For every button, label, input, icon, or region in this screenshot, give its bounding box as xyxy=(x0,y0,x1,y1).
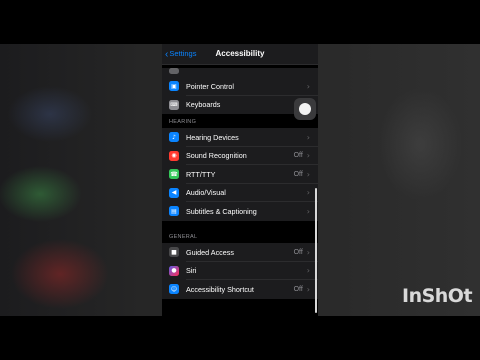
list-item-rtt-tty[interactable]: ☎ RTT/TTY Off › xyxy=(162,165,318,184)
scrollbar[interactable] xyxy=(315,188,317,313)
chevron-right-icon: › xyxy=(306,151,310,161)
speaker-icon: ◀ xyxy=(169,187,179,198)
list-item-label: Hearing Devices xyxy=(186,132,239,142)
section-header-general: GENERAL xyxy=(169,234,198,240)
chevron-right-icon: › xyxy=(306,266,310,276)
list-item-subtitles-captioning[interactable]: ▤ Subtitles & Captioning › xyxy=(162,202,318,221)
rtt-icon: ☎ xyxy=(169,169,179,180)
list-item-label: Pointer Control xyxy=(186,81,234,91)
page-title: Accessibility xyxy=(215,49,265,58)
partial-icon xyxy=(169,68,179,74)
watermark: InShOt xyxy=(402,285,473,307)
settings-group-general: ■ Guided Access Off › ● Siri › ☺ Accessi… xyxy=(162,243,318,299)
list-item-sound-recognition[interactable]: ◉ Sound Recognition Off › xyxy=(162,147,318,165)
captions-icon: ▤ xyxy=(169,206,179,217)
navigation-bar: ‹Settings Accessibility xyxy=(162,44,318,65)
lock-icon: ■ xyxy=(169,247,179,258)
list-item-accessibility-shortcut[interactable]: ☺ Accessibility Shortcut Off › xyxy=(162,280,318,299)
chevron-right-icon: › xyxy=(306,81,310,91)
chevron-right-icon: › xyxy=(306,284,310,294)
list-item-label: RTT/TTY xyxy=(186,169,216,179)
list-item-guided-access[interactable]: ■ Guided Access Off › xyxy=(162,243,318,262)
list-item-audio-visual[interactable]: ◀ Audio/Visual › xyxy=(162,184,318,202)
list-item-label: Audio/Visual xyxy=(186,188,226,198)
list-item-label: Siri xyxy=(186,266,197,276)
list-item-value: Off xyxy=(293,285,303,293)
ear-icon: ♪ xyxy=(169,132,179,143)
list-item-partial xyxy=(162,68,318,77)
list-item-pointer-control[interactable]: ▣ Pointer Control › xyxy=(162,77,318,96)
chevron-right-icon: › xyxy=(306,169,310,179)
chevron-right-icon: › xyxy=(306,132,310,142)
list-item-label: Subtitles & Captioning xyxy=(186,206,257,216)
pointer-icon: ▣ xyxy=(169,81,179,92)
keyboard-icon: ⌨ xyxy=(169,99,179,110)
list-item-value: Off xyxy=(293,170,303,178)
list-item-label: Keyboards xyxy=(186,100,221,110)
assistive-touch-button[interactable] xyxy=(294,98,316,120)
chevron-right-icon: › xyxy=(306,206,310,216)
list-item-value: Off xyxy=(293,248,303,256)
chevron-right-icon: › xyxy=(306,247,310,257)
list-item-label: Sound Recognition xyxy=(186,151,247,161)
phone-screen: ‹Settings Accessibility ▣ Pointer Contro… xyxy=(162,44,318,316)
waveform-icon: ◉ xyxy=(169,150,179,161)
siri-icon: ● xyxy=(169,265,179,276)
list-item-label: Accessibility Shortcut xyxy=(186,284,254,294)
settings-group-hearing: ♪ Hearing Devices › ◉ Sound Recognition … xyxy=(162,128,318,221)
list-item-value: Off xyxy=(293,152,303,160)
list-item-hearing-devices[interactable]: ♪ Hearing Devices › xyxy=(162,128,318,147)
accessibility-icon: ☺ xyxy=(169,284,179,295)
list-item-siri[interactable]: ● Siri › xyxy=(162,262,318,280)
list-item-label: Guided Access xyxy=(186,247,234,257)
section-header-hearing: HEARING xyxy=(169,119,197,125)
chevron-right-icon: › xyxy=(306,188,310,198)
assistive-touch-icon xyxy=(299,103,311,115)
